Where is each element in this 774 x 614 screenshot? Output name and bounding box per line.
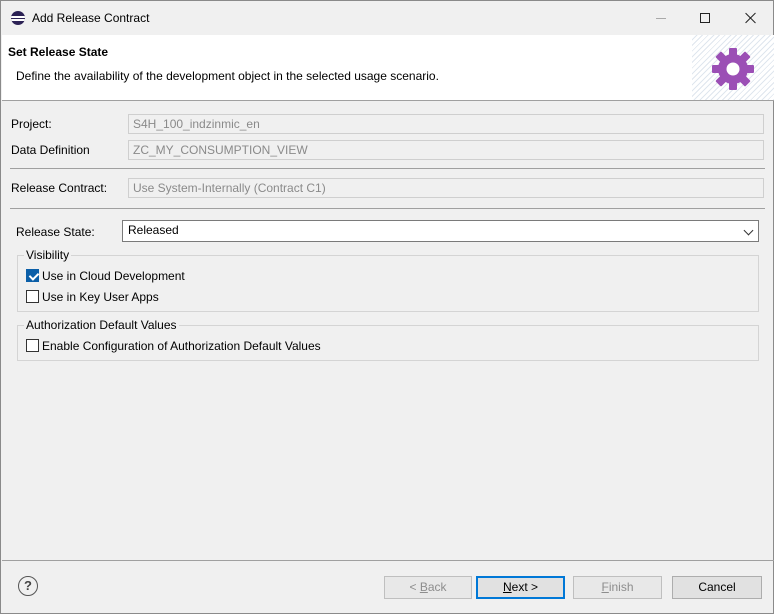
cloud-development-checkbox[interactable]	[26, 269, 39, 282]
wizard-banner: Set Release State Define the availabilit…	[2, 35, 774, 101]
cloud-development-label[interactable]: Use in Cloud Development	[42, 269, 185, 283]
authorization-default-checkbox[interactable]	[26, 339, 39, 352]
data-definition-label: Data Definition	[11, 143, 90, 157]
banner-title: Set Release State	[8, 45, 109, 59]
release-state-value: Released	[128, 223, 179, 237]
help-icon[interactable]: ?	[18, 576, 38, 596]
separator	[10, 208, 765, 209]
separator	[10, 168, 765, 169]
banner-image	[692, 35, 774, 100]
cancel-button[interactable]: Cancel	[672, 576, 762, 599]
maximize-icon	[700, 13, 710, 23]
gear-icon	[712, 48, 754, 90]
banner-description: Define the availability of the developme…	[16, 69, 439, 83]
visibility-group: Visibility Use in Cloud Development Use …	[17, 248, 759, 312]
close-button[interactable]	[728, 1, 774, 35]
release-contract-label: Release Contract:	[11, 181, 108, 195]
chevron-down-icon	[743, 225, 754, 236]
title-bar: Add Release Contract	[1, 1, 773, 35]
next-mnemonic: N	[502, 580, 512, 594]
data-definition-field: ZC_MY_CONSUMPTION_VIEW	[128, 140, 764, 160]
authorization-group: Authorization Default Values Enable Conf…	[17, 318, 759, 361]
maximize-button[interactable]	[682, 1, 728, 35]
authorization-default-label[interactable]: Enable Configuration of Authorization De…	[42, 339, 321, 353]
back-mnemonic: B	[419, 580, 428, 594]
minimize-button[interactable]	[638, 1, 684, 35]
window-title: Add Release Contract	[32, 11, 150, 25]
release-contract-field: Use System-Internally (Contract C1)	[128, 178, 764, 198]
minimize-icon	[656, 17, 666, 19]
back-button[interactable]: < Back	[384, 576, 472, 599]
project-label: Project:	[11, 117, 52, 131]
footer-separator	[2, 560, 774, 561]
finish-button[interactable]: Finish	[573, 576, 662, 599]
release-state-dropdown[interactable]: Released	[122, 220, 759, 242]
authorization-legend: Authorization Default Values	[24, 318, 179, 332]
close-icon	[745, 12, 757, 24]
add-release-contract-dialog: Add Release Contract Set Release State D…	[0, 0, 774, 614]
release-state-label: Release State:	[16, 225, 95, 239]
next-label: ext >	[511, 580, 539, 594]
next-button[interactable]: Next >	[476, 576, 565, 599]
back-label: ack	[427, 580, 447, 594]
key-user-apps-checkbox[interactable]	[26, 290, 39, 303]
project-field: S4H_100_indzinmic_en	[128, 114, 764, 134]
key-user-apps-label[interactable]: Use in Key User Apps	[42, 290, 159, 304]
visibility-legend: Visibility	[24, 248, 72, 262]
back-prefix: <	[409, 580, 420, 594]
finish-label: inish	[608, 580, 634, 594]
eclipse-icon	[11, 11, 25, 25]
finish-mnemonic: F	[601, 580, 609, 594]
